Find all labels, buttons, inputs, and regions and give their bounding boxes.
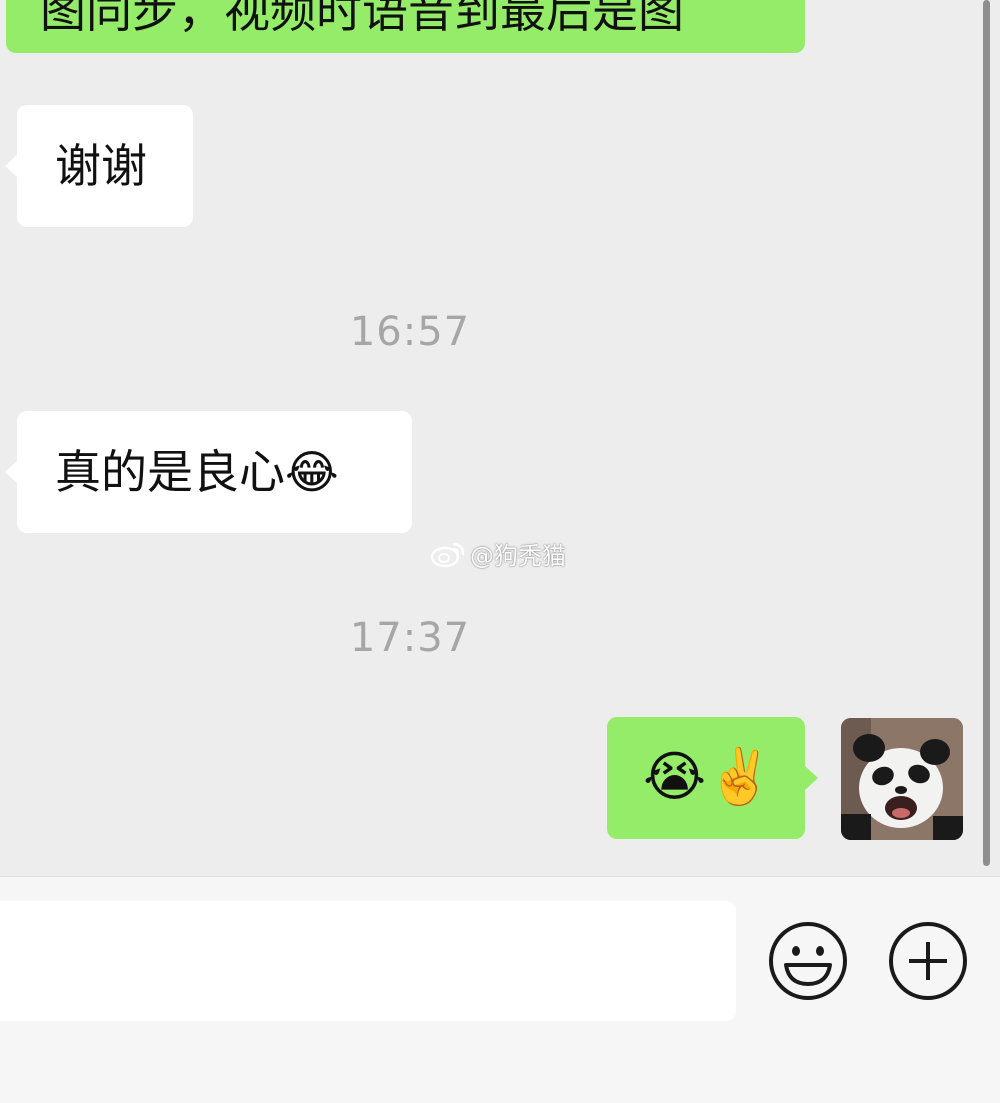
my-avatar[interactable]	[841, 718, 963, 840]
outgoing-message-partial[interactable]: 图同步，视频时语音到最后是图	[6, 0, 805, 53]
input-toolbar	[0, 876, 1000, 1103]
timestamp: 16:57	[349, 309, 471, 355]
scrollbar[interactable]	[983, 0, 990, 866]
smiley-face-icon[interactable]	[767, 920, 849, 1002]
incoming-message-thanks[interactable]: 谢谢	[5, 105, 193, 227]
watermark-text: @狗秃猫	[470, 542, 566, 570]
message-text: 真的是良心😂	[55, 445, 339, 499]
outgoing-message-emoji[interactable]: 😭✌️	[607, 717, 818, 839]
weibo-watermark: @狗秃猫	[430, 536, 566, 571]
message-text: 谢谢	[55, 139, 147, 193]
chat-area: 图同步，视频时语音到最后是图 谢谢 16:57 真的是良心😂 @狗秃猫 17:3…	[0, 0, 1000, 876]
message-input[interactable]	[0, 901, 736, 1021]
message-text: 图同步，视频时语音到最后是图	[40, 0, 684, 38]
timestamp: 17:37	[349, 615, 471, 661]
message-text: 😭✌️	[643, 745, 774, 808]
panda-avatar-icon	[841, 718, 963, 840]
incoming-message-conscience[interactable]: 真的是良心😂	[5, 411, 412, 533]
plus-circle-icon[interactable]	[887, 920, 969, 1002]
weibo-logo-icon	[430, 542, 465, 567]
